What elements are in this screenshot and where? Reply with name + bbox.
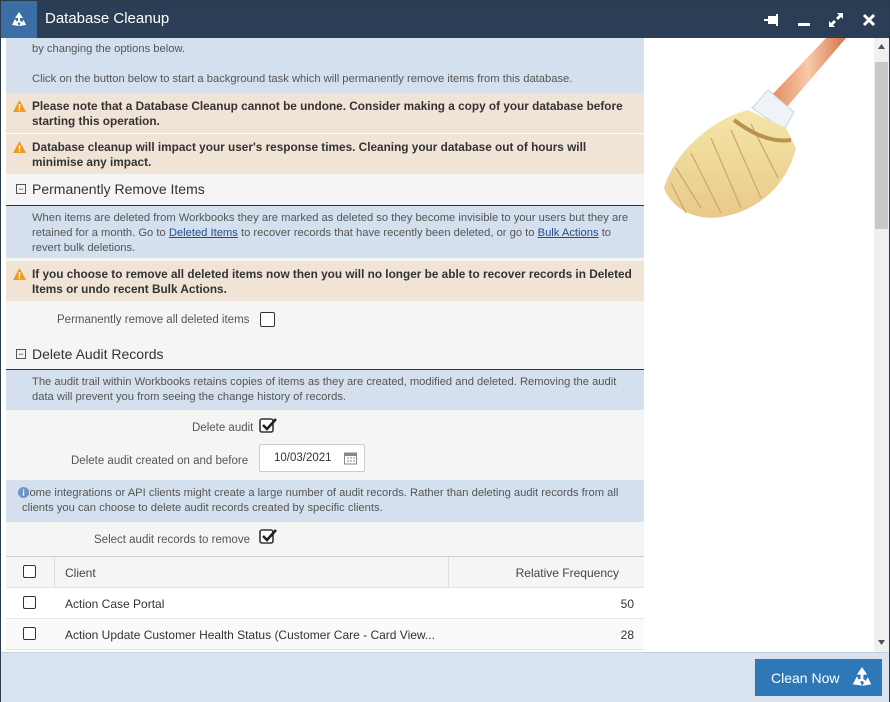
row-checkbox[interactable] xyxy=(23,627,36,640)
warning-remove-all-text: If you choose to remove all deleted item… xyxy=(32,267,632,296)
section-remove-items-title: Permanently Remove Items xyxy=(32,181,205,197)
pin-icon[interactable] xyxy=(761,9,783,31)
warning-remove-all: If you choose to remove all deleted item… xyxy=(6,261,644,301)
dialog-content: by changing the options below. Click on … xyxy=(1,38,889,652)
row-checkbox[interactable] xyxy=(23,596,36,609)
col-frequency-header[interactable]: Relative Frequency xyxy=(516,566,619,580)
select-all-checkbox[interactable] xyxy=(23,565,36,578)
client-frequency: 28 xyxy=(620,628,634,642)
delete-audit-label: Delete audit xyxy=(192,422,254,434)
collapse-icon[interactable]: − xyxy=(16,349,26,359)
minimize-icon[interactable] xyxy=(793,9,815,31)
clients-info: Some integrations or API clients might c… xyxy=(6,480,644,522)
remove-info-text-2: to recover records that have recently be… xyxy=(240,227,535,239)
info-icon xyxy=(18,487,29,498)
close-icon[interactable] xyxy=(858,9,880,31)
vertical-scrollbar[interactable] xyxy=(874,38,889,652)
calendar-icon[interactable] xyxy=(344,451,357,465)
client-name: Action Case Portal xyxy=(65,597,165,611)
audit-info: The audit trail within Workbooks retains… xyxy=(6,370,644,410)
audit-date-row: Delete audit created on and before 10/03… xyxy=(6,444,644,480)
grid-header: Client Relative Frequency xyxy=(6,557,644,588)
remove-all-checkbox[interactable] xyxy=(260,312,275,327)
warning-cannot-undo: Please note that a Database Cleanup cann… xyxy=(6,93,644,133)
intro-start-text: Click on the button below to start a bac… xyxy=(32,73,573,85)
clean-now-button[interactable]: Clean Now xyxy=(755,659,882,696)
section-audit[interactable]: − Delete Audit Records xyxy=(6,339,644,370)
delete-audit-checkbox[interactable] xyxy=(259,417,277,433)
clean-now-label: Clean Now xyxy=(771,669,840,686)
window-title: Database Cleanup xyxy=(45,10,170,27)
warning-response-times-text: Database cleanup will impact your user's… xyxy=(32,140,587,169)
warning-icon xyxy=(13,141,26,153)
bulk-actions-link[interactable]: Bulk Actions xyxy=(538,227,599,239)
table-row[interactable]: Action Update Customer Health Status (Cu… xyxy=(6,619,644,650)
client-frequency: 50 xyxy=(620,597,634,611)
remove-all-row: Permanently remove all deleted items xyxy=(6,301,644,339)
select-audit-label: Select audit records to remove xyxy=(94,534,250,546)
title-bar: Database Cleanup xyxy=(1,1,889,38)
col-client-header[interactable]: Client xyxy=(65,566,96,580)
select-audit-row: Select audit records to remove xyxy=(6,522,644,556)
scroll-up-icon[interactable] xyxy=(878,44,885,49)
dialog-footer: Clean Now xyxy=(1,652,889,702)
warning-response-times: Database cleanup will impact your user's… xyxy=(6,134,644,174)
delete-audit-row: Delete audit xyxy=(6,410,644,444)
collapse-icon[interactable]: − xyxy=(16,184,26,194)
broom-illustration xyxy=(664,38,846,218)
intro-partial-line: by changing the options below. xyxy=(32,43,186,55)
clients-info-text: Some integrations or API clients might c… xyxy=(22,487,619,514)
warning-icon xyxy=(13,268,26,280)
scroll-thumb[interactable] xyxy=(875,62,888,229)
recycle-icon xyxy=(1,1,37,38)
clients-grid: Client Relative Frequency Action Case Po… xyxy=(6,556,644,650)
section-remove-items[interactable]: − Permanently Remove Items xyxy=(6,174,644,206)
remove-all-label: Permanently remove all deleted items xyxy=(57,314,250,326)
options-panel[interactable]: by changing the options below. Click on … xyxy=(6,38,644,652)
audit-date-label: Delete audit created on and before xyxy=(71,455,249,467)
database-cleanup-window: Database Cleanup by changing the options… xyxy=(0,0,890,702)
warning-icon xyxy=(13,100,26,112)
audit-date-input[interactable]: 10/03/2021 xyxy=(259,444,365,472)
table-row[interactable]: Action Case Portal 50 xyxy=(6,588,644,619)
intro-info: by changing the options below. Click on … xyxy=(6,38,644,93)
remove-items-info: When items are deleted from Workbooks th… xyxy=(6,206,644,258)
deleted-items-link[interactable]: Deleted Items xyxy=(169,227,238,239)
client-name: Action Update Customer Health Status (Cu… xyxy=(65,628,435,642)
maximize-icon[interactable] xyxy=(825,9,847,31)
audit-info-text: The audit trail within Workbooks retains… xyxy=(32,376,617,403)
section-audit-title: Delete Audit Records xyxy=(32,346,164,362)
warning-cannot-undo-text: Please note that a Database Cleanup cann… xyxy=(32,99,623,128)
scroll-down-icon[interactable] xyxy=(878,640,885,645)
recycle-icon xyxy=(852,667,872,686)
audit-date-value: 10/03/2021 xyxy=(274,452,332,464)
select-audit-checkbox[interactable] xyxy=(259,528,277,544)
